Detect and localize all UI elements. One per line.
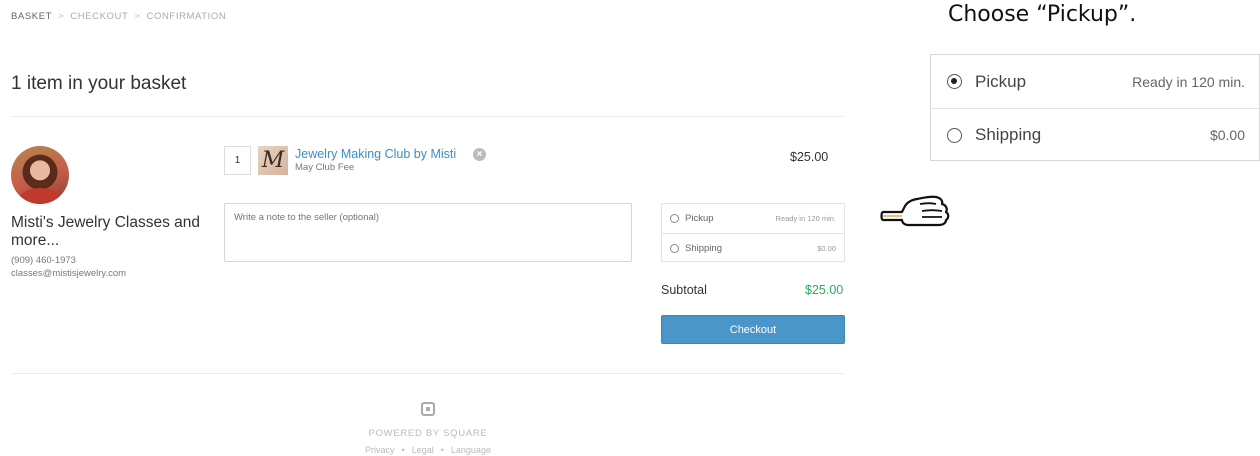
instruction-caption: Choose “Pickup”. bbox=[948, 2, 1137, 27]
footer-divider bbox=[11, 373, 844, 374]
item-name-link[interactable]: Jewelry Making Club by Misti bbox=[295, 147, 456, 161]
legal-link[interactable]: Legal bbox=[412, 445, 434, 455]
radio-icon[interactable] bbox=[670, 243, 679, 253]
zoomed-shipping-cost: $0.00 bbox=[1209, 127, 1245, 143]
radio-icon[interactable] bbox=[670, 214, 679, 223]
powered-by-square: POWERED BY SQUARE bbox=[368, 428, 488, 439]
seller-email: classes@mistisjewelry.com bbox=[11, 268, 127, 279]
item-thumbnail: M bbox=[258, 146, 288, 175]
seller-avatar bbox=[11, 146, 69, 204]
zoomed-pickup-option[interactable]: Pickup Ready in 120 min. bbox=[931, 55, 1259, 108]
zoomed-shipping-option[interactable]: Shipping $0.00 bbox=[931, 108, 1259, 161]
shipping-option[interactable]: Shipping $0.00 bbox=[662, 233, 844, 262]
zoomed-shipping-label: Shipping bbox=[975, 125, 1042, 144]
page-title: 1 item in your basket bbox=[11, 73, 187, 94]
subtotal-label: Subtotal bbox=[661, 283, 707, 297]
square-logo-icon bbox=[421, 402, 435, 416]
zoomed-pickup-ready-time: Ready in 120 min. bbox=[1132, 73, 1245, 90]
radio-checked-icon[interactable] bbox=[947, 74, 962, 89]
zoomed-pickup-label: Pickup bbox=[975, 71, 1027, 91]
checkout-button[interactable]: Checkout bbox=[661, 315, 845, 344]
zoomed-fulfillment-options: Pickup Ready in 120 min. Shipping $0.00 bbox=[930, 54, 1260, 161]
language-link[interactable]: Language bbox=[451, 445, 491, 455]
top-divider bbox=[11, 116, 844, 117]
seller-name: Misti's Jewelry Classes and more... bbox=[11, 214, 201, 249]
breadcrumb-basket[interactable]: BASKET bbox=[11, 11, 52, 22]
subtotal-value: $25.00 bbox=[805, 283, 844, 297]
item-price: $25.00 bbox=[790, 150, 829, 164]
pickup-label: Pickup bbox=[685, 213, 714, 224]
pointing-hand-icon bbox=[880, 195, 950, 227]
seller-phone: (909) 460-1973 bbox=[11, 255, 76, 266]
item-subtitle: May Club Fee bbox=[295, 162, 355, 173]
shipping-cost: $0.00 bbox=[817, 243, 836, 253]
shipping-label: Shipping bbox=[685, 242, 722, 254]
privacy-link[interactable]: Privacy bbox=[365, 445, 395, 455]
radio-icon[interactable] bbox=[947, 127, 962, 143]
pickup-option[interactable]: Pickup Ready in 120 min. bbox=[662, 204, 844, 233]
breadcrumb-separator: > bbox=[134, 11, 141, 22]
breadcrumb-confirmation[interactable]: CONFIRMATION bbox=[147, 11, 227, 22]
remove-icon[interactable]: × bbox=[473, 148, 486, 161]
breadcrumb-checkout[interactable]: CHECKOUT bbox=[70, 11, 128, 22]
fulfillment-options: Pickup Ready in 120 min. Shipping $0.00 bbox=[661, 203, 845, 262]
breadcrumb: BASKET > CHECKOUT > CONFIRMATION bbox=[11, 11, 226, 22]
seller-note-input[interactable] bbox=[224, 203, 632, 262]
footer-links: Privacy • Legal • Language bbox=[365, 445, 491, 455]
breadcrumb-separator: > bbox=[58, 11, 65, 22]
quantity-field[interactable]: 1 bbox=[224, 146, 251, 175]
pickup-ready-time: Ready in 120 min. bbox=[775, 214, 836, 223]
